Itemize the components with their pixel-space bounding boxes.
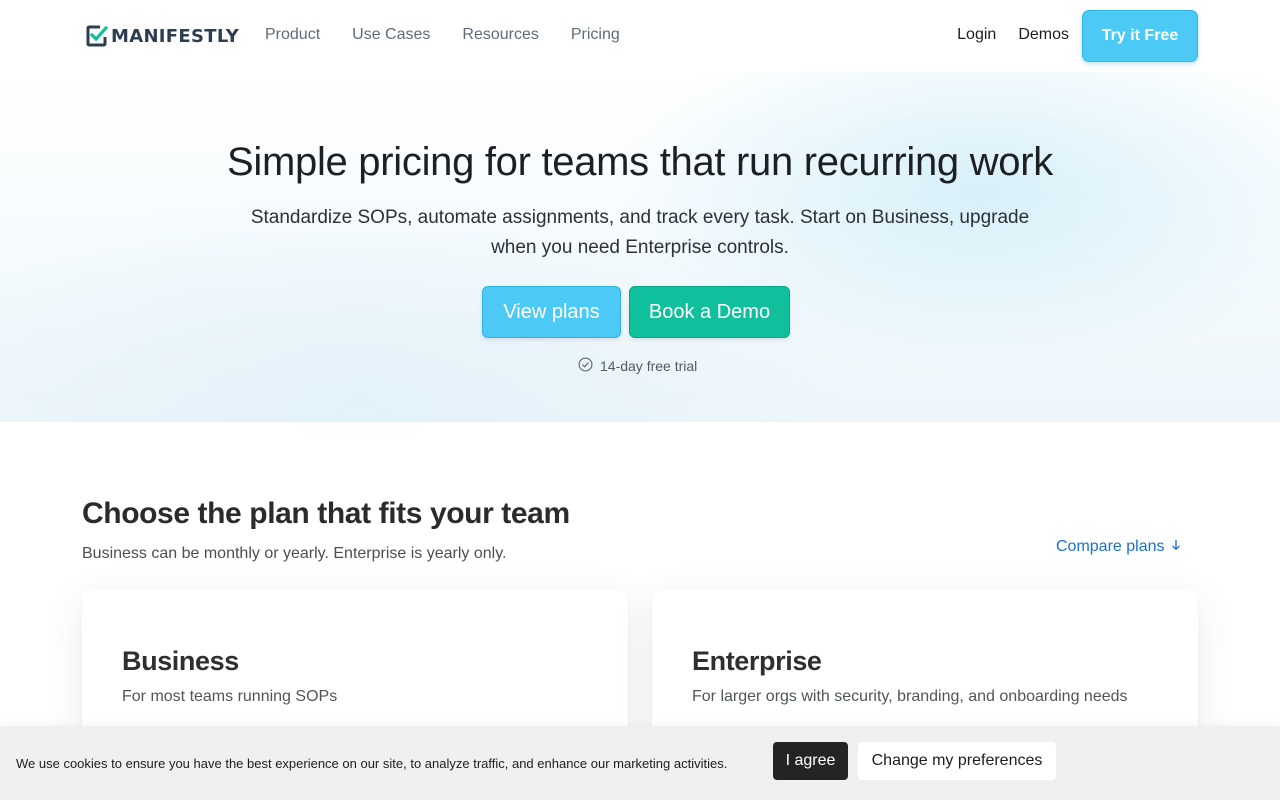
compare-plans-link[interactable]: Compare plans: [1056, 538, 1181, 556]
cookie-message: We use cookies to ensure you have the be…: [16, 756, 728, 771]
hero-subtitle: Standardize SOPs, automate assignments, …: [250, 207, 1030, 258]
nav-pricing[interactable]: Pricing: [571, 26, 620, 44]
plans-subtitle: Business can be monthly or yearly. Enter…: [82, 545, 507, 562]
try-it-free-button[interactable]: Try it Free: [1082, 10, 1198, 62]
trial-note: 14-day free trial: [578, 357, 697, 375]
cookie-preferences-button[interactable]: Change my preferences: [858, 742, 1056, 780]
hero-section: Simple pricing for teams that run recurr…: [0, 72, 1280, 422]
logo[interactable]: MANIFESTLY: [86, 25, 239, 47]
login-link[interactable]: Login: [957, 26, 996, 44]
plan-description: For most teams running SOPs: [122, 688, 338, 705]
trial-text: 14-day free trial: [600, 358, 698, 374]
compare-plans-label: Compare plans: [1056, 538, 1165, 555]
cookie-agree-button[interactable]: I agree: [773, 742, 848, 780]
secondary-nav: Login Demos: [957, 26, 1069, 44]
arrow-down-icon: [1171, 538, 1181, 556]
plan-name: Business: [122, 646, 239, 676]
primary-nav: Product Use Cases Resources Pricing: [265, 26, 620, 44]
logo-wordmark: MANIFESTLY: [111, 25, 240, 47]
book-demo-button[interactable]: Book a Demo: [629, 286, 790, 338]
check-circle-icon: [578, 357, 593, 375]
plan-name: Enterprise: [692, 646, 822, 676]
nav-resources[interactable]: Resources: [462, 26, 538, 44]
hero-title: Simple pricing for teams that run recurr…: [227, 140, 1053, 184]
plans-title: Choose the plan that fits your team: [82, 497, 570, 530]
site-header: MANIFESTLY Product Use Cases Resources P…: [0, 0, 1280, 72]
nav-product[interactable]: Product: [265, 26, 320, 44]
view-plans-button[interactable]: View plans: [482, 286, 621, 338]
nav-use-cases[interactable]: Use Cases: [352, 26, 430, 44]
cookie-banner: We use cookies to ensure you have the be…: [0, 726, 1280, 800]
hero-actions: View plans Book a Demo: [482, 286, 790, 338]
plan-description: For larger orgs with security, branding,…: [692, 688, 1128, 705]
checkbox-check-icon: [86, 25, 108, 47]
demos-link[interactable]: Demos: [1018, 26, 1069, 44]
